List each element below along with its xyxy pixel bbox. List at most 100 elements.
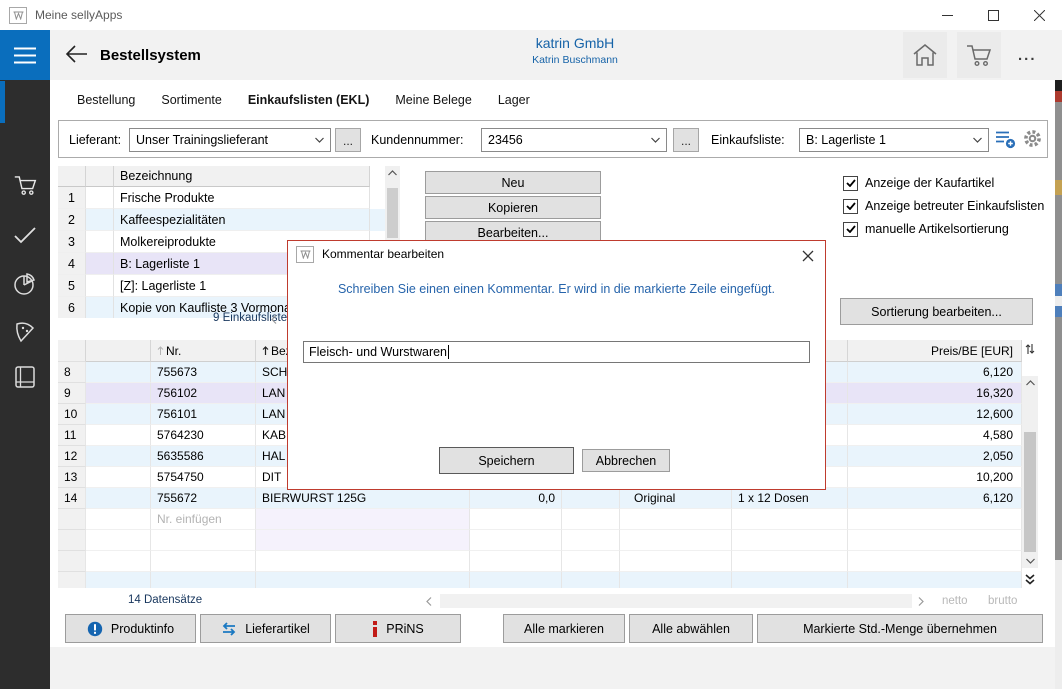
einkaufsliste-select[interactable]: B: Lagerliste 1 bbox=[799, 128, 989, 152]
horizontal-scrollbar[interactable] bbox=[440, 594, 912, 608]
column-header-nr[interactable]: Nr. bbox=[151, 340, 256, 362]
window-title: Meine sellyApps bbox=[35, 8, 122, 22]
lieferant-label: Lieferant: bbox=[69, 133, 121, 147]
window-scrollbar[interactable] bbox=[1055, 80, 1062, 689]
sort-both-icon bbox=[1025, 343, 1035, 355]
scrollbar-thumb[interactable] bbox=[387, 188, 398, 238]
back-arrow-icon bbox=[64, 43, 89, 65]
scroll-mark bbox=[1055, 284, 1062, 296]
lieferant-more-button[interactable]: ... bbox=[335, 128, 361, 152]
company-name: katrin GmbH bbox=[350, 35, 800, 51]
einkaufsliste-label: Einkaufsliste: bbox=[711, 133, 785, 147]
list-count-label: 9 Einkaufslisten bbox=[213, 312, 294, 324]
checkbox-anzeige-kaufartikel[interactable]: Anzeige der Kaufartikel bbox=[843, 175, 994, 191]
column-header-bezeichnung[interactable]: Bezeichnung bbox=[114, 166, 370, 187]
lieferartikel-button[interactable]: Lieferartikel bbox=[200, 614, 331, 643]
empty-row bbox=[58, 572, 1022, 588]
minimize-button[interactable] bbox=[924, 0, 970, 30]
scroll-up-icon bbox=[388, 170, 397, 176]
home-icon bbox=[912, 43, 938, 67]
produktinfo-button[interactable]: Produktinfo bbox=[65, 614, 196, 643]
speichern-button[interactable]: Speichern bbox=[439, 447, 574, 474]
hscroll-left-icon[interactable] bbox=[426, 597, 432, 606]
cart-button[interactable] bbox=[957, 32, 1001, 78]
scroll-down-icon bbox=[1026, 558, 1035, 564]
back-button[interactable] bbox=[64, 43, 89, 65]
pie-chart-icon bbox=[13, 272, 37, 296]
hscroll-right-icon[interactable] bbox=[918, 597, 924, 606]
app-header: Bestellsystem katrin GmbH Katrin Buschma… bbox=[50, 30, 1062, 80]
abbrechen-button[interactable]: Abbrechen bbox=[582, 449, 670, 472]
sortierung-bearbeiten-button[interactable]: Sortierung bearbeiten... bbox=[840, 298, 1033, 325]
list-item[interactable]: 1Frische Produkte bbox=[58, 187, 400, 209]
table-vertical-scrollbar[interactable] bbox=[1022, 340, 1038, 588]
scroll-mark bbox=[1055, 306, 1062, 317]
tab-meine-belege[interactable]: Meine Belege bbox=[395, 93, 471, 107]
info-icon bbox=[87, 621, 103, 637]
sidebar-item-aktionen[interactable] bbox=[0, 315, 50, 349]
cart-icon bbox=[965, 43, 993, 67]
tab-einkaufslisten[interactable]: Einkaufslisten (EKL) bbox=[248, 93, 370, 107]
company-block: katrin GmbH Katrin Buschmann bbox=[350, 35, 800, 66]
dialog-title: Kommentar bearbeiten bbox=[322, 247, 444, 261]
scroll-mark bbox=[1055, 102, 1062, 180]
checkbox-checked-icon bbox=[843, 199, 858, 214]
tab-lager[interactable]: Lager bbox=[498, 93, 530, 107]
app-window: Meine sellyApps Bestellsystem katrin Gmb… bbox=[0, 0, 1062, 689]
tab-bestellung[interactable]: Bestellung bbox=[77, 93, 135, 107]
brutto-toggle[interactable]: brutto bbox=[988, 595, 1017, 607]
window-titlebar: Meine sellyApps bbox=[0, 0, 1062, 30]
chevron-down-icon bbox=[651, 137, 660, 143]
kommentar-dialog: Kommentar bearbeiten Schreiben Sie einen… bbox=[287, 240, 826, 490]
insert-row[interactable]: Nr. einfügen bbox=[58, 509, 1022, 530]
alle-abwaehlen-button[interactable]: Alle abwählen bbox=[629, 614, 753, 643]
sort-asc-icon bbox=[262, 346, 269, 356]
dialog-message: Schreiben Sie einen einen Kommentar. Er … bbox=[288, 282, 825, 296]
more-options-button[interactable]: ... bbox=[1018, 47, 1037, 64]
checkbox-manuelle-sortierung[interactable]: manuelle Artikelsortierung bbox=[843, 221, 1009, 237]
netto-toggle[interactable]: netto bbox=[942, 595, 968, 607]
table-row[interactable]: 14 755672 BIERWURST 125G 0,0 Original 1 … bbox=[58, 488, 1022, 509]
scroll-mark bbox=[1055, 91, 1062, 102]
kopieren-button[interactable]: Kopieren bbox=[425, 196, 601, 219]
kundennummer-more-button[interactable]: ... bbox=[673, 128, 699, 152]
column-header-preis[interactable]: Preis/BE [EUR] bbox=[848, 340, 1022, 362]
prins-button[interactable]: PRiNS bbox=[335, 614, 461, 643]
pizza-icon bbox=[13, 320, 37, 344]
text-caret bbox=[448, 345, 449, 359]
cart-icon bbox=[13, 174, 38, 196]
gear-icon bbox=[1022, 128, 1043, 149]
maximize-button[interactable] bbox=[970, 0, 1016, 30]
sidebar-nav bbox=[0, 80, 50, 689]
neu-button[interactable]: Neu bbox=[425, 171, 601, 194]
check-icon bbox=[13, 226, 37, 244]
kommentar-input[interactable]: Fleisch- und Wurstwaren bbox=[303, 341, 810, 363]
sidebar-item-checklist[interactable] bbox=[0, 218, 50, 252]
scrollbar-track[interactable] bbox=[1022, 376, 1038, 568]
empty-row bbox=[58, 551, 1022, 572]
close-button[interactable] bbox=[1016, 0, 1062, 30]
add-list-icon bbox=[995, 129, 1016, 149]
markierte-std-menge-button[interactable]: Markierte Std.-Menge übernehmen bbox=[757, 614, 1043, 643]
scroll-mark bbox=[1055, 80, 1062, 91]
chevron-down-icon bbox=[315, 137, 324, 143]
checkbox-anzeige-betreuter[interactable]: Anzeige betreuter Einkaufslisten bbox=[843, 198, 1044, 214]
scrollbar-thumb[interactable] bbox=[1024, 432, 1036, 552]
tab-sortimente[interactable]: Sortimente bbox=[161, 93, 221, 107]
filter-settings-button[interactable] bbox=[1022, 128, 1043, 149]
sidebar-item-statistics[interactable] bbox=[0, 267, 50, 301]
scroll-mark bbox=[1055, 180, 1062, 195]
kundennummer-select[interactable]: 23456 bbox=[481, 128, 667, 152]
home-button[interactable] bbox=[903, 32, 947, 78]
list-hscroll-left-icon[interactable] bbox=[271, 315, 277, 324]
sidebar-item-bestellsystem[interactable] bbox=[0, 168, 50, 202]
active-item-indicator bbox=[0, 81, 5, 123]
add-list-button[interactable] bbox=[995, 129, 1016, 149]
hamburger-menu-button[interactable] bbox=[0, 30, 50, 80]
sidebar-item-katalog[interactable] bbox=[0, 360, 50, 394]
dialog-close-button[interactable] bbox=[800, 248, 815, 263]
lieferant-select[interactable]: Unser Trainingslieferant bbox=[129, 128, 331, 152]
alle-markieren-button[interactable]: Alle markieren bbox=[503, 614, 625, 643]
list-item[interactable]: 2Kaffeespezialitäten bbox=[58, 209, 400, 231]
window-controls bbox=[924, 0, 1062, 30]
